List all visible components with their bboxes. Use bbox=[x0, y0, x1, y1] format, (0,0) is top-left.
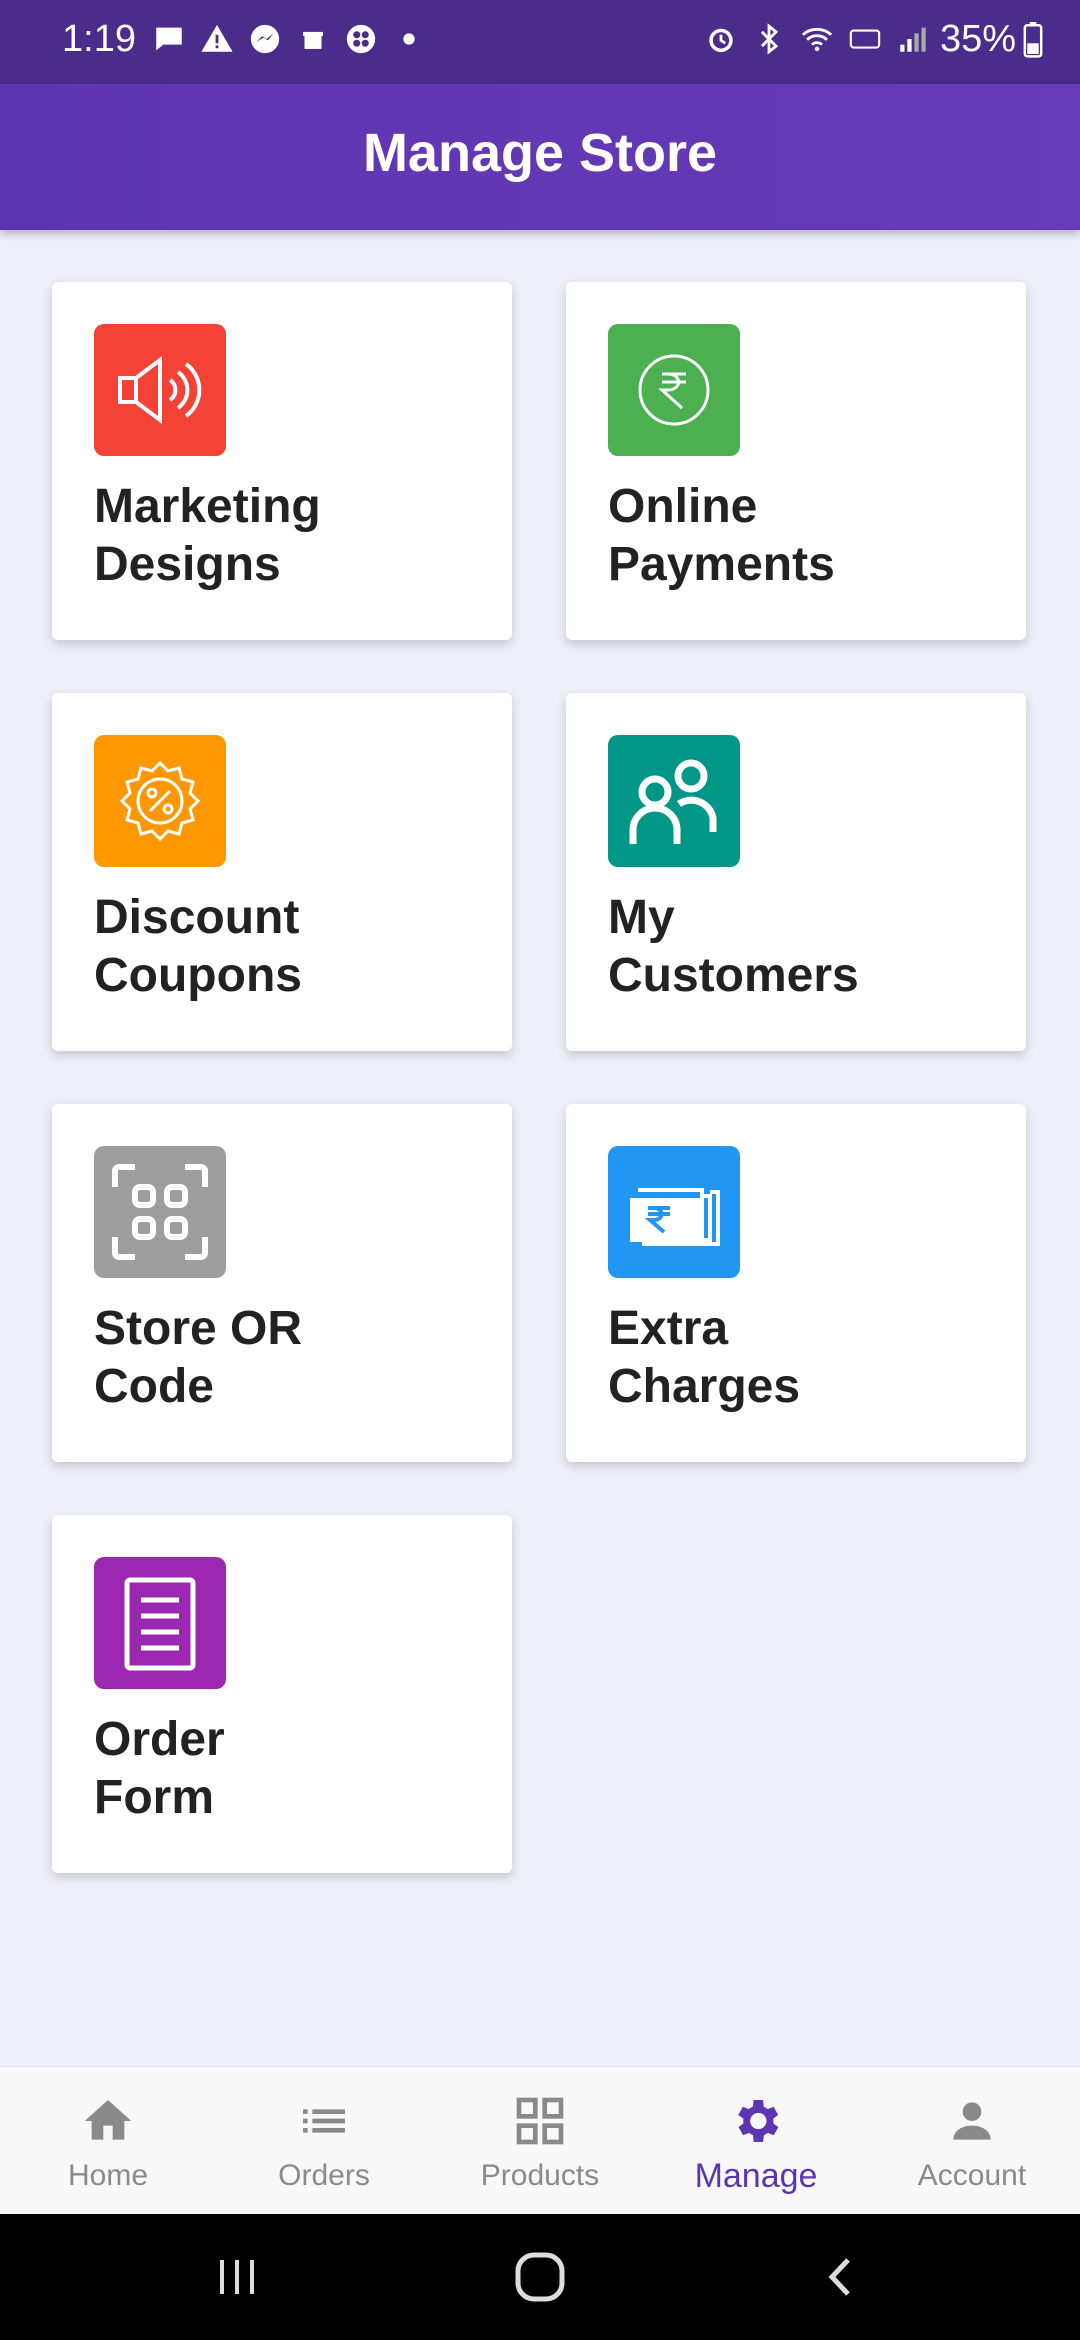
alarm-icon bbox=[709, 28, 733, 53]
status-bar: 1:19 35% bbox=[0, 0, 1080, 84]
grid-icon bbox=[516, 2097, 564, 2145]
home-icon bbox=[84, 2100, 132, 2140]
recents-button[interactable] bbox=[202, 2244, 272, 2310]
order-form-card[interactable]: Order Form bbox=[52, 1515, 512, 1873]
rupee-notes-icon bbox=[608, 1146, 740, 1278]
marketing-designs-card[interactable]: Marketing Designs bbox=[52, 282, 512, 640]
discount-coupons-card[interactable]: Discount Coupons bbox=[52, 693, 512, 1051]
notification-icons bbox=[152, 22, 426, 56]
discount-badge-icon bbox=[94, 735, 226, 867]
wifi-icon bbox=[801, 27, 833, 52]
form-document-icon bbox=[94, 1557, 226, 1689]
megaphone-icon bbox=[94, 324, 226, 456]
app-icon bbox=[346, 24, 376, 54]
gift-icon bbox=[303, 31, 323, 49]
customers-icon bbox=[608, 735, 740, 867]
card-label: Marketing Designs bbox=[94, 480, 321, 591]
bluetooth-icon bbox=[760, 23, 779, 55]
nav-label: Manage bbox=[694, 2157, 818, 2195]
nav-manage[interactable]: Manage bbox=[648, 2067, 864, 2214]
nav-label: Products bbox=[480, 2159, 600, 2192]
store-qr-code-card[interactable]: Store OR Code bbox=[52, 1104, 512, 1462]
status-time: 1:19 bbox=[62, 18, 136, 60]
rupee-circle-icon bbox=[608, 324, 740, 456]
system-icons bbox=[704, 22, 930, 56]
back-button[interactable] bbox=[806, 2244, 876, 2310]
nav-label: Account bbox=[917, 2159, 1027, 2192]
nav-account[interactable]: Account bbox=[864, 2067, 1080, 2214]
card-label: My Customers bbox=[608, 891, 859, 1002]
card-label: Extra Charges bbox=[608, 1302, 801, 1413]
dot-icon bbox=[403, 33, 415, 45]
nav-orders[interactable]: Orders bbox=[216, 2067, 432, 2214]
extra-charges-card[interactable]: Extra Charges bbox=[566, 1104, 1026, 1462]
my-customers-card[interactable]: My Customers bbox=[566, 693, 1026, 1051]
person-icon bbox=[953, 2102, 991, 2140]
battery-status: 35% bbox=[940, 18, 1044, 61]
nav-label: Home bbox=[67, 2159, 149, 2192]
volte-icon bbox=[849, 29, 881, 49]
home-circle-icon bbox=[515, 2252, 565, 2302]
signal-icon bbox=[900, 27, 926, 52]
card-label: Order Form bbox=[94, 1713, 225, 1824]
system-navigation-bar bbox=[0, 2214, 1080, 2340]
page-title: Manage Store bbox=[362, 123, 718, 183]
message-icon bbox=[156, 27, 182, 51]
back-chevron-icon bbox=[828, 2258, 850, 2296]
battery-percent: 35% bbox=[939, 18, 1016, 60]
gear-icon bbox=[738, 2100, 779, 2142]
qr-scan-icon bbox=[94, 1146, 226, 1278]
card-label: Discount Coupons bbox=[94, 891, 302, 1002]
recents-icon bbox=[220, 2260, 254, 2294]
nav-products[interactable]: Products bbox=[432, 2067, 648, 2214]
app-bar: Manage Store bbox=[0, 84, 1080, 230]
online-payments-card[interactable]: Online Payments bbox=[566, 282, 1026, 640]
bottom-navigation: Home Orders Products Manage Account bbox=[0, 2066, 1080, 2214]
home-button[interactable] bbox=[505, 2244, 575, 2310]
battery-icon bbox=[1023, 21, 1043, 58]
warning-icon bbox=[201, 24, 233, 52]
nav-label: Orders bbox=[278, 2159, 370, 2192]
messenger-icon bbox=[250, 24, 280, 54]
list-icon bbox=[303, 2109, 345, 2133]
nav-home[interactable]: Home bbox=[0, 2067, 216, 2214]
card-label: Store OR Code bbox=[94, 1302, 303, 1413]
card-label: Online Payments bbox=[608, 480, 835, 591]
